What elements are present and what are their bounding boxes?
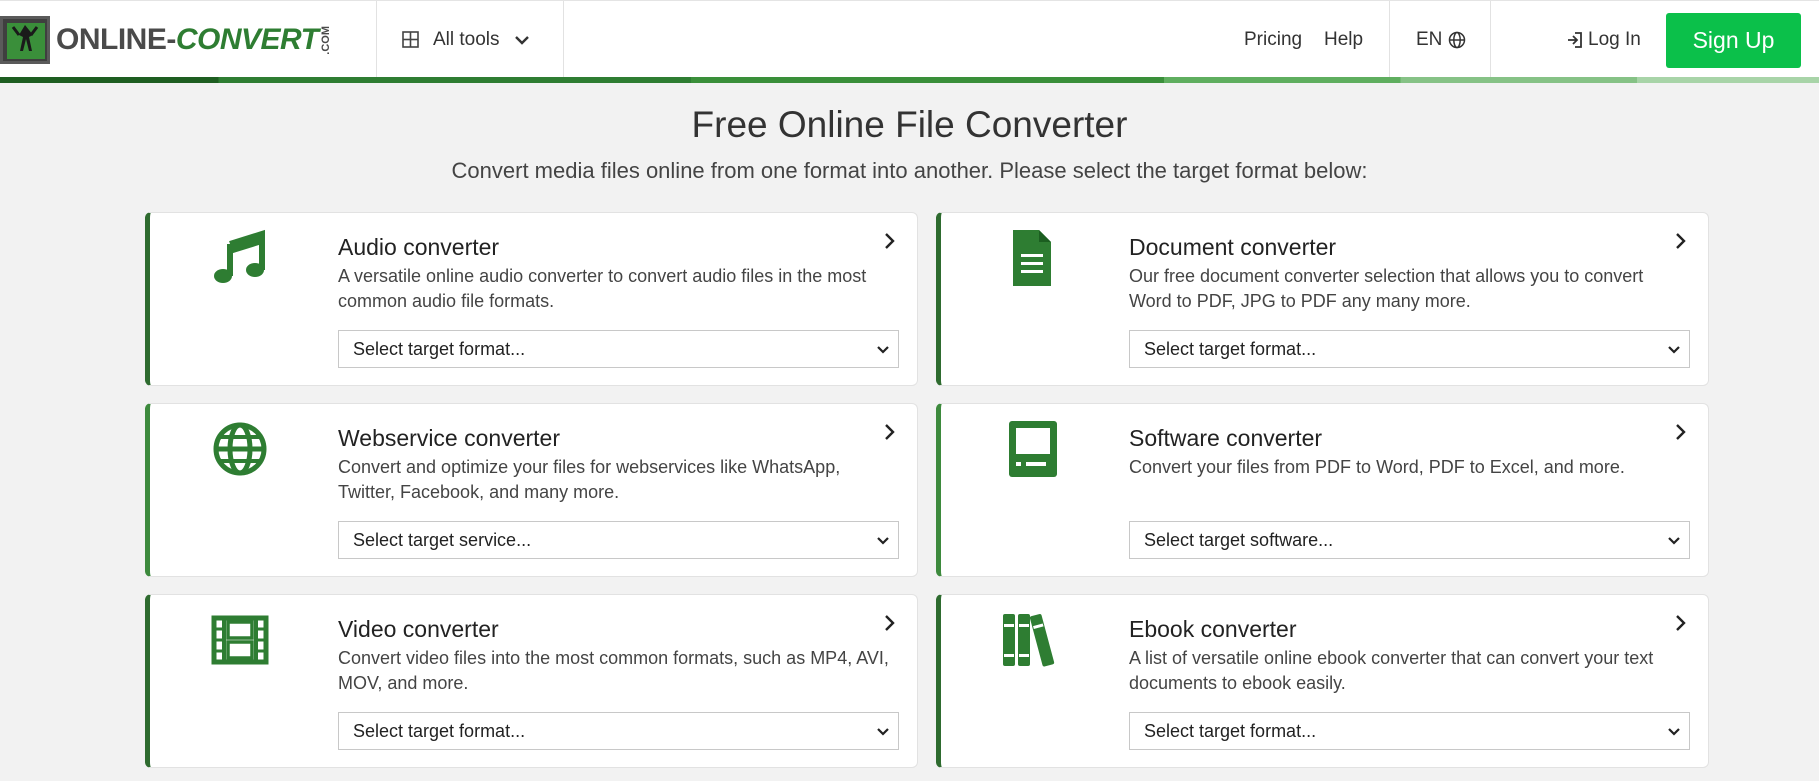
- divider: [1490, 1, 1491, 78]
- card-description: Our free document converter selection th…: [1129, 266, 1644, 311]
- chevron-right-icon[interactable]: [883, 231, 897, 251]
- ebook-converter-card[interactable]: Ebook converter A list of versatile onli…: [936, 594, 1709, 768]
- document-converter-card[interactable]: Document converter Our free document con…: [936, 212, 1709, 386]
- logo-text-main: ONLINE-: [56, 23, 176, 56]
- login-link[interactable]: Log In: [1566, 1, 1641, 78]
- document-format-select[interactable]: Select target format...: [1129, 330, 1690, 368]
- language-selector[interactable]: EN: [1416, 1, 1466, 78]
- login-icon: [1568, 31, 1582, 48]
- film-icon: [211, 615, 269, 665]
- card-description: Convert video files into the most common…: [338, 648, 889, 693]
- divider: [376, 1, 377, 78]
- audio-converter-card[interactable]: Audio converter A versatile online audio…: [145, 212, 918, 386]
- card-title: Audio converter: [338, 234, 500, 260]
- select-value: Select target format...: [353, 720, 526, 741]
- chevron-right-icon[interactable]: [883, 422, 897, 442]
- video-converter-card[interactable]: Video converter Convert video files into…: [145, 594, 918, 768]
- chevron-right-icon[interactable]: [1674, 613, 1688, 633]
- logo-text-com: .COM: [320, 25, 333, 55]
- webservice-converter-card[interactable]: Webservice converter Convert and optimiz…: [145, 403, 918, 577]
- document-icon: [1013, 230, 1051, 286]
- software-select[interactable]: Select target software...: [1129, 521, 1690, 559]
- chevron-right-icon[interactable]: [1674, 231, 1688, 251]
- chevron-right-icon[interactable]: [1674, 422, 1688, 442]
- chevron-right-icon[interactable]: [883, 613, 897, 633]
- card-description: Convert your files from PDF to Word, PDF…: [1129, 457, 1625, 477]
- signup-button[interactable]: Sign Up: [1666, 13, 1801, 68]
- webservice-select[interactable]: Select target service...: [338, 521, 899, 559]
- top-navbar: ONLINE-CONVERT .COM All tools Pricing He…: [0, 0, 1819, 78]
- card-title: Document converter: [1129, 234, 1337, 260]
- card-title: Video converter: [338, 616, 499, 642]
- card-description: Convert and optimize your files for webs…: [338, 457, 841, 502]
- card-description: A versatile online audio converter to co…: [338, 266, 867, 311]
- card-title: Software converter: [1129, 425, 1323, 451]
- select-value: Select target software...: [1144, 529, 1334, 550]
- logo-text-convert: CONVERT: [175, 23, 319, 56]
- divider: [563, 1, 564, 78]
- computer-icon: [1009, 421, 1057, 477]
- chevron-down-icon: [1668, 728, 1680, 736]
- grid-icon: [402, 31, 419, 48]
- select-value: Select target service...: [353, 529, 532, 550]
- select-value: Select target format...: [353, 338, 526, 359]
- site-logo[interactable]: ONLINE-CONVERT .COM: [0, 15, 332, 65]
- card-title: Ebook converter: [1129, 616, 1297, 642]
- language-label: EN: [1416, 28, 1443, 50]
- login-label: Log In: [1588, 28, 1641, 50]
- card-description: A list of versatile online ebook convert…: [1129, 648, 1654, 693]
- chevron-down-icon: [514, 35, 529, 45]
- page-title: Free Online File Converter: [691, 104, 1128, 145]
- video-format-select[interactable]: Select target format...: [338, 712, 899, 750]
- chevron-down-icon: [877, 346, 889, 354]
- select-value: Select target format...: [1144, 338, 1317, 359]
- pricing-link[interactable]: Pricing: [1244, 1, 1302, 78]
- chevron-down-icon: [877, 537, 889, 545]
- logo-icon: [0, 16, 50, 64]
- divider: [1389, 1, 1390, 78]
- globe-icon: [1449, 31, 1466, 48]
- help-link[interactable]: Help: [1324, 1, 1363, 78]
- software-converter-card[interactable]: Software converter Convert your files fr…: [936, 403, 1709, 577]
- books-icon: [1003, 614, 1055, 667]
- all-tools-dropdown[interactable]: All tools: [402, 1, 530, 78]
- ebook-format-select[interactable]: Select target format...: [1129, 712, 1690, 750]
- globe-icon: [213, 422, 267, 476]
- chevron-down-icon: [1668, 346, 1680, 354]
- all-tools-label: All tools: [433, 28, 500, 50]
- header-color-bar: [0, 77, 1819, 83]
- card-title: Webservice converter: [338, 425, 560, 451]
- page-subtitle: Convert media files online from one form…: [451, 158, 1368, 183]
- chevron-down-icon: [1668, 537, 1680, 545]
- chevron-down-icon: [877, 728, 889, 736]
- audio-format-select[interactable]: Select target format...: [338, 330, 899, 368]
- music-note-icon: [214, 229, 265, 283]
- select-value: Select target format...: [1144, 720, 1317, 741]
